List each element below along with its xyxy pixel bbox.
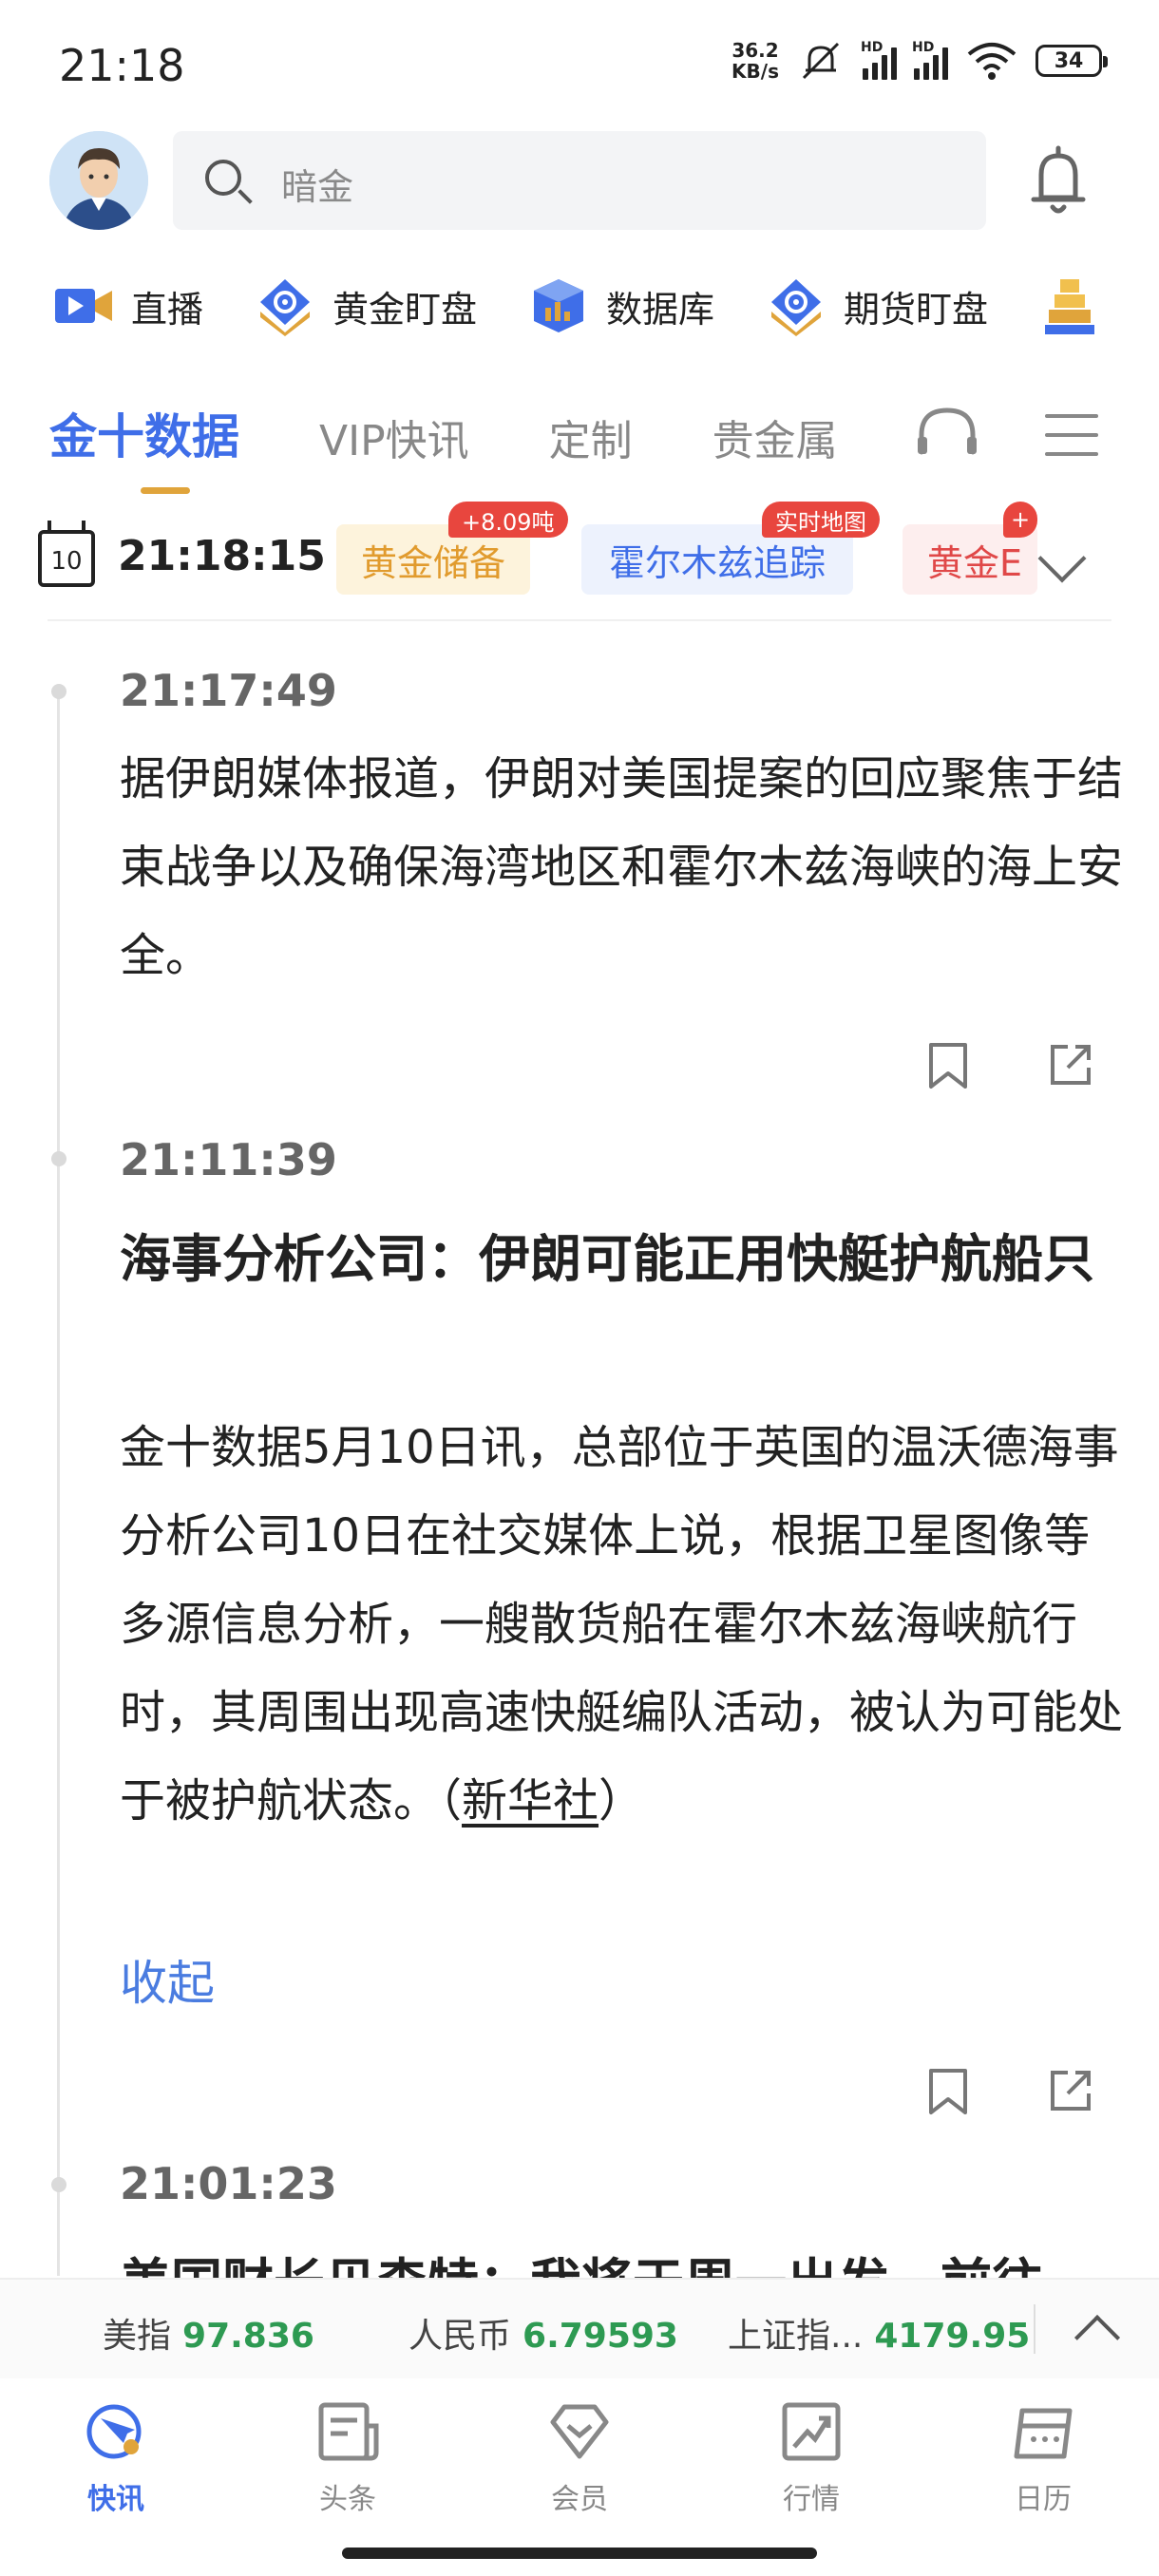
channel-tabs: 金十数据 VIP快讯 定制 贵金属 [49, 399, 918, 494]
flash-news-icon [86, 2404, 142, 2459]
signal-icon-2: HD [912, 40, 948, 80]
search-bar[interactable]: 暗金 [173, 131, 986, 230]
expand-chevron-icon[interactable] [1037, 534, 1087, 583]
live-clock: 21:18:15 [118, 532, 326, 580]
timeline-dot [51, 1151, 66, 1166]
market-dxy[interactable]: 美指 97.836 [103, 2308, 314, 2358]
nav-flash[interactable]: 快讯 [49, 2397, 182, 2517]
diamond-vip-icon [550, 2404, 609, 2459]
shortcut-gold-bars[interactable] [1039, 275, 1117, 336]
chip-badge-gold-etf: + [1003, 502, 1037, 538]
shortcut-live[interactable]: 直播 [53, 275, 203, 336]
news-time: 21:11:39 [120, 1134, 337, 1185]
search-icon [205, 160, 241, 196]
share-icon[interactable] [1047, 2067, 1094, 2114]
bottom-nav: 快讯 头条 会员 行情 日历 [0, 2378, 1159, 2576]
avatar[interactable] [49, 131, 148, 230]
shortcut-futures-monitor[interactable]: 期货盯盘 [766, 275, 988, 336]
shortcut-gold-monitor[interactable]: 黄金盯盘 [255, 275, 477, 336]
futures-monitor-icon [771, 279, 822, 336]
collapse-link[interactable]: 收起 [120, 1945, 215, 2014]
timeline-dot [51, 684, 66, 699]
calendar-icon [1014, 2408, 1073, 2459]
headset-icon[interactable] [914, 405, 980, 458]
nav-calendar[interactable]: 日历 [977, 2397, 1110, 2517]
bookmark-icon[interactable] [927, 2067, 969, 2116]
divider [48, 619, 1112, 621]
notification-bell-icon[interactable] [1028, 142, 1089, 218]
tab-jin10-data[interactable]: 金十数据 [49, 399, 239, 494]
mute-bell-icon [802, 42, 840, 80]
chevron-up-icon[interactable] [1074, 2314, 1121, 2361]
news-clip: 美国财长贝森特：我将于周一出发，前往 [0, 2213, 1159, 2278]
news-time: 21:17:49 [120, 665, 337, 716]
bookmark-icon[interactable] [927, 1041, 969, 1090]
live-video-icon [55, 289, 112, 323]
nav-market[interactable]: 行情 [745, 2397, 878, 2517]
nav-headlines[interactable]: 头条 [281, 2397, 414, 2517]
news-title[interactable]: 海事分析公司：伊朗可能正用快艇护航船只 [120, 1212, 1136, 1305]
news-time: 21:01:23 [120, 2158, 337, 2209]
tab-vip-flash[interactable]: VIP快讯 [319, 407, 469, 467]
share-icon[interactable] [1047, 1041, 1094, 1089]
shortcut-row: 直播 黄金盯盘 数据库 期货盯盘 [53, 275, 1159, 336]
home-indicator[interactable] [342, 2548, 817, 2559]
market-sse[interactable]: 上证指... 4179.95 [728, 2308, 1030, 2358]
news-body[interactable]: 据伊朗媒体报道，伊朗对美国提案的回应聚焦于结束战争以及确保海湾地区和霍尔木兹海峡… [120, 735, 1127, 1000]
chip-badge-hormuz: 实时地图 [762, 502, 880, 538]
timeline-dot [51, 2177, 66, 2192]
market-cny[interactable]: 人民币 6.79593 [408, 2308, 678, 2358]
chip-badge-gold-reserves: +8.09吨 [448, 502, 568, 538]
gold-monitor-icon [260, 279, 311, 336]
headlines-icon [318, 2402, 379, 2461]
database-cube-icon [534, 279, 584, 332]
menu-icon[interactable] [1045, 414, 1098, 471]
battery-indicator: 34 [1036, 45, 1108, 77]
signal-icon-1: HD [861, 40, 897, 80]
nav-membership[interactable]: 会员 [513, 2397, 646, 2517]
market-chart-icon [782, 2402, 841, 2461]
calendar-icon[interactable]: 10 [38, 521, 95, 587]
status-time: 21:18 [59, 40, 185, 91]
timeline-line [57, 690, 60, 2276]
status-icons: 36.2 KB/s HD HD 34 [732, 39, 1108, 83]
tab-custom[interactable]: 定制 [549, 407, 633, 467]
news-source-link[interactable]: 新华社 [462, 1774, 598, 1828]
divider [1034, 2304, 1036, 2354]
search-placeholder: 暗金 [281, 166, 354, 208]
net-speed: 36.2 KB/s [732, 39, 779, 83]
news-title[interactable]: 美国财长贝森特：我将于周一出发，前往 [120, 2236, 1136, 2278]
tab-precious-metals[interactable]: 贵金属 [712, 407, 838, 467]
wifi-icon [967, 43, 1016, 80]
market-ticker-bar[interactable]: 美指 97.836 人民币 6.79593 上证指... 4179.95 [0, 2278, 1159, 2380]
gold-bars-icon [1045, 279, 1095, 334]
news-body[interactable]: 金十数据5月10日讯，总部位于英国的温沃德海事分析公司10日在社交媒体上说，根据… [120, 1404, 1127, 1846]
shortcut-database[interactable]: 数据库 [528, 275, 714, 336]
